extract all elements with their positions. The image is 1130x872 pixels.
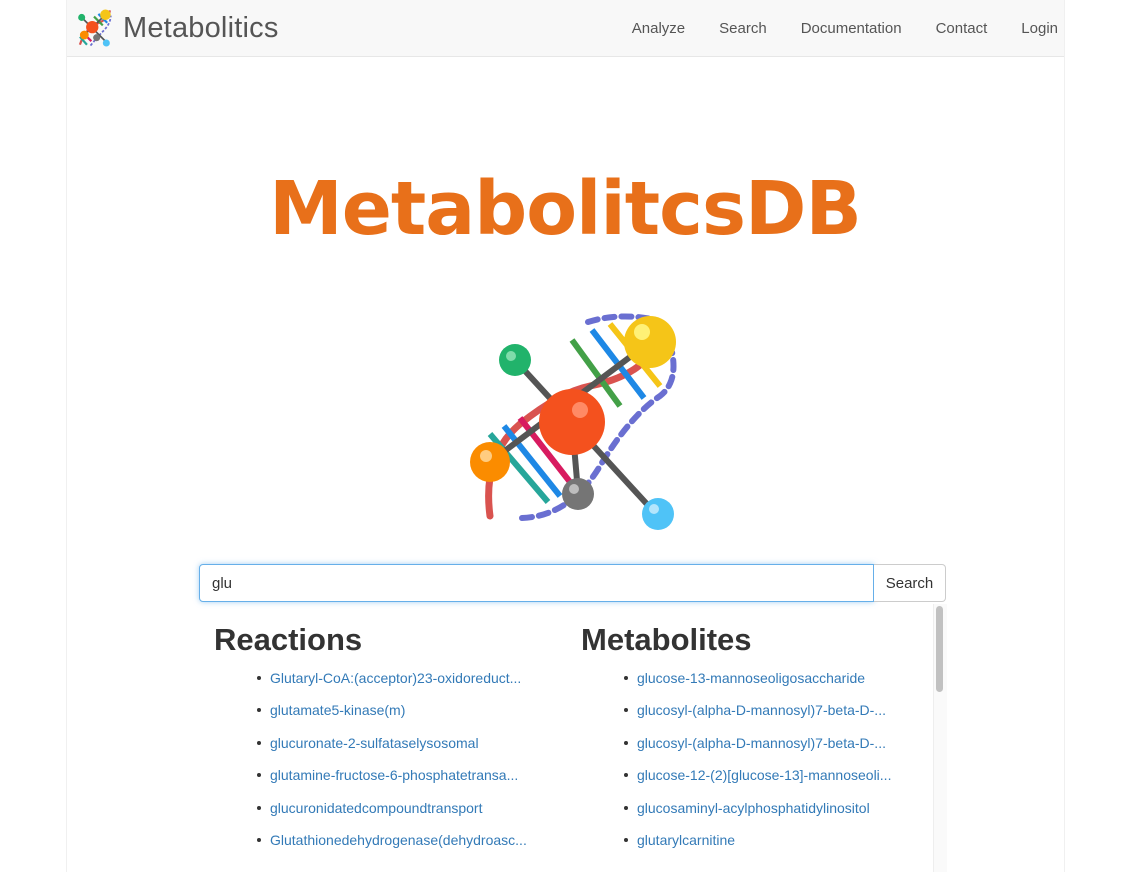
page-title: MetabolitcsDB <box>269 166 862 252</box>
metabolite-link[interactable]: glucose-12-(2)[glucose-13]-mannoseoli... <box>637 765 919 785</box>
nav-link-contact[interactable]: Contact <box>932 20 992 37</box>
metabolites-heading: Metabolites <box>581 622 752 657</box>
list-item: glucosaminyl-acylphosphatidylinositol <box>581 798 921 830</box>
nav-link-login[interactable]: Login <box>1017 20 1062 37</box>
dna-molecule-icon <box>78 9 112 47</box>
list-item: glutarylcarnitine <box>581 830 921 862</box>
reaction-link[interactable]: glutamine-fructose-6-phosphatetransa... <box>270 765 552 785</box>
search-button[interactable]: Search <box>874 564 946 602</box>
dna-molecule-icon <box>470 313 677 530</box>
list-item: glucosyl-(alpha-D-mannosyl)7-beta-D-... <box>581 733 921 765</box>
reaction-link[interactable]: Glutathionedehydrogenase(dehydroasc... <box>270 830 552 850</box>
scrollbar-thumb[interactable] <box>936 606 943 692</box>
reaction-link[interactable]: glucuronate-2-sulfataselysosomal <box>270 733 552 753</box>
reaction-link[interactable]: Glutaryl-CoA:(acceptor)23-oxidoreduct... <box>270 668 552 688</box>
list-item: glucose-12-(2)[glucose-13]-mannoseoli... <box>581 765 921 797</box>
nav-link-documentation[interactable]: Documentation <box>797 20 906 37</box>
brand-name: Metabolitics <box>123 11 279 44</box>
brand-link[interactable]: Metabolitics <box>71 8 279 48</box>
nav-links: Analyze Search Documentation Contact Log… <box>602 0 1064 56</box>
reactions-column: Reactions Glutaryl-CoA:(acceptor)23-oxid… <box>214 604 554 862</box>
nav-link-search[interactable]: Search <box>715 20 771 37</box>
list-item: glutamine-fructose-6-phosphatetransa... <box>214 765 554 797</box>
navbar: Metabolitics Analyze Search Documentatio… <box>67 0 1064 57</box>
list-item: glucuronidatedcompoundtransport <box>214 798 554 830</box>
reactions-heading: Reactions <box>214 622 363 657</box>
list-item: glutamate5-kinase(m) <box>214 700 554 732</box>
list-item: Glutathionedehydrogenase(dehydroasc... <box>214 830 554 862</box>
list-item: glucosyl-(alpha-D-mannosyl)7-beta-D-... <box>581 700 921 732</box>
metabolite-link[interactable]: glucosyl-(alpha-D-mannosyl)7-beta-D-... <box>637 733 919 753</box>
reaction-link[interactable]: glutamate5-kinase(m) <box>270 700 552 720</box>
metabolites-list: glucose-13-mannoseoligosaccharide glucos… <box>581 668 921 862</box>
results-scrollbar[interactable] <box>933 604 947 872</box>
metabolite-link[interactable]: glucose-13-mannoseoligosaccharide <box>637 668 919 688</box>
reaction-link[interactable]: glucuronidatedcompoundtransport <box>270 798 552 818</box>
metabolites-column: Metabolites glucose-13-mannoseoligosacch… <box>581 604 921 862</box>
list-item: Glutaryl-CoA:(acceptor)23-oxidoreduct... <box>214 668 554 700</box>
list-item: glucose-13-mannoseoligosaccharide <box>581 668 921 700</box>
nav-link-analyze[interactable]: Analyze <box>628 20 689 37</box>
metabolite-link[interactable]: glucosaminyl-acylphosphatidylinositol <box>637 798 919 818</box>
search-results-dropdown: Reactions Glutaryl-CoA:(acceptor)23-oxid… <box>199 604 946 872</box>
search-bar: Search <box>199 564 946 602</box>
metabolite-link[interactable]: glucosyl-(alpha-D-mannosyl)7-beta-D-... <box>637 700 919 720</box>
search-input[interactable] <box>199 564 874 602</box>
list-item: glucuronate-2-sulfataselysosomal <box>214 733 554 765</box>
reactions-list: Glutaryl-CoA:(acceptor)23-oxidoreduct...… <box>214 668 554 862</box>
metabolite-link[interactable]: glutarylcarnitine <box>637 830 919 850</box>
